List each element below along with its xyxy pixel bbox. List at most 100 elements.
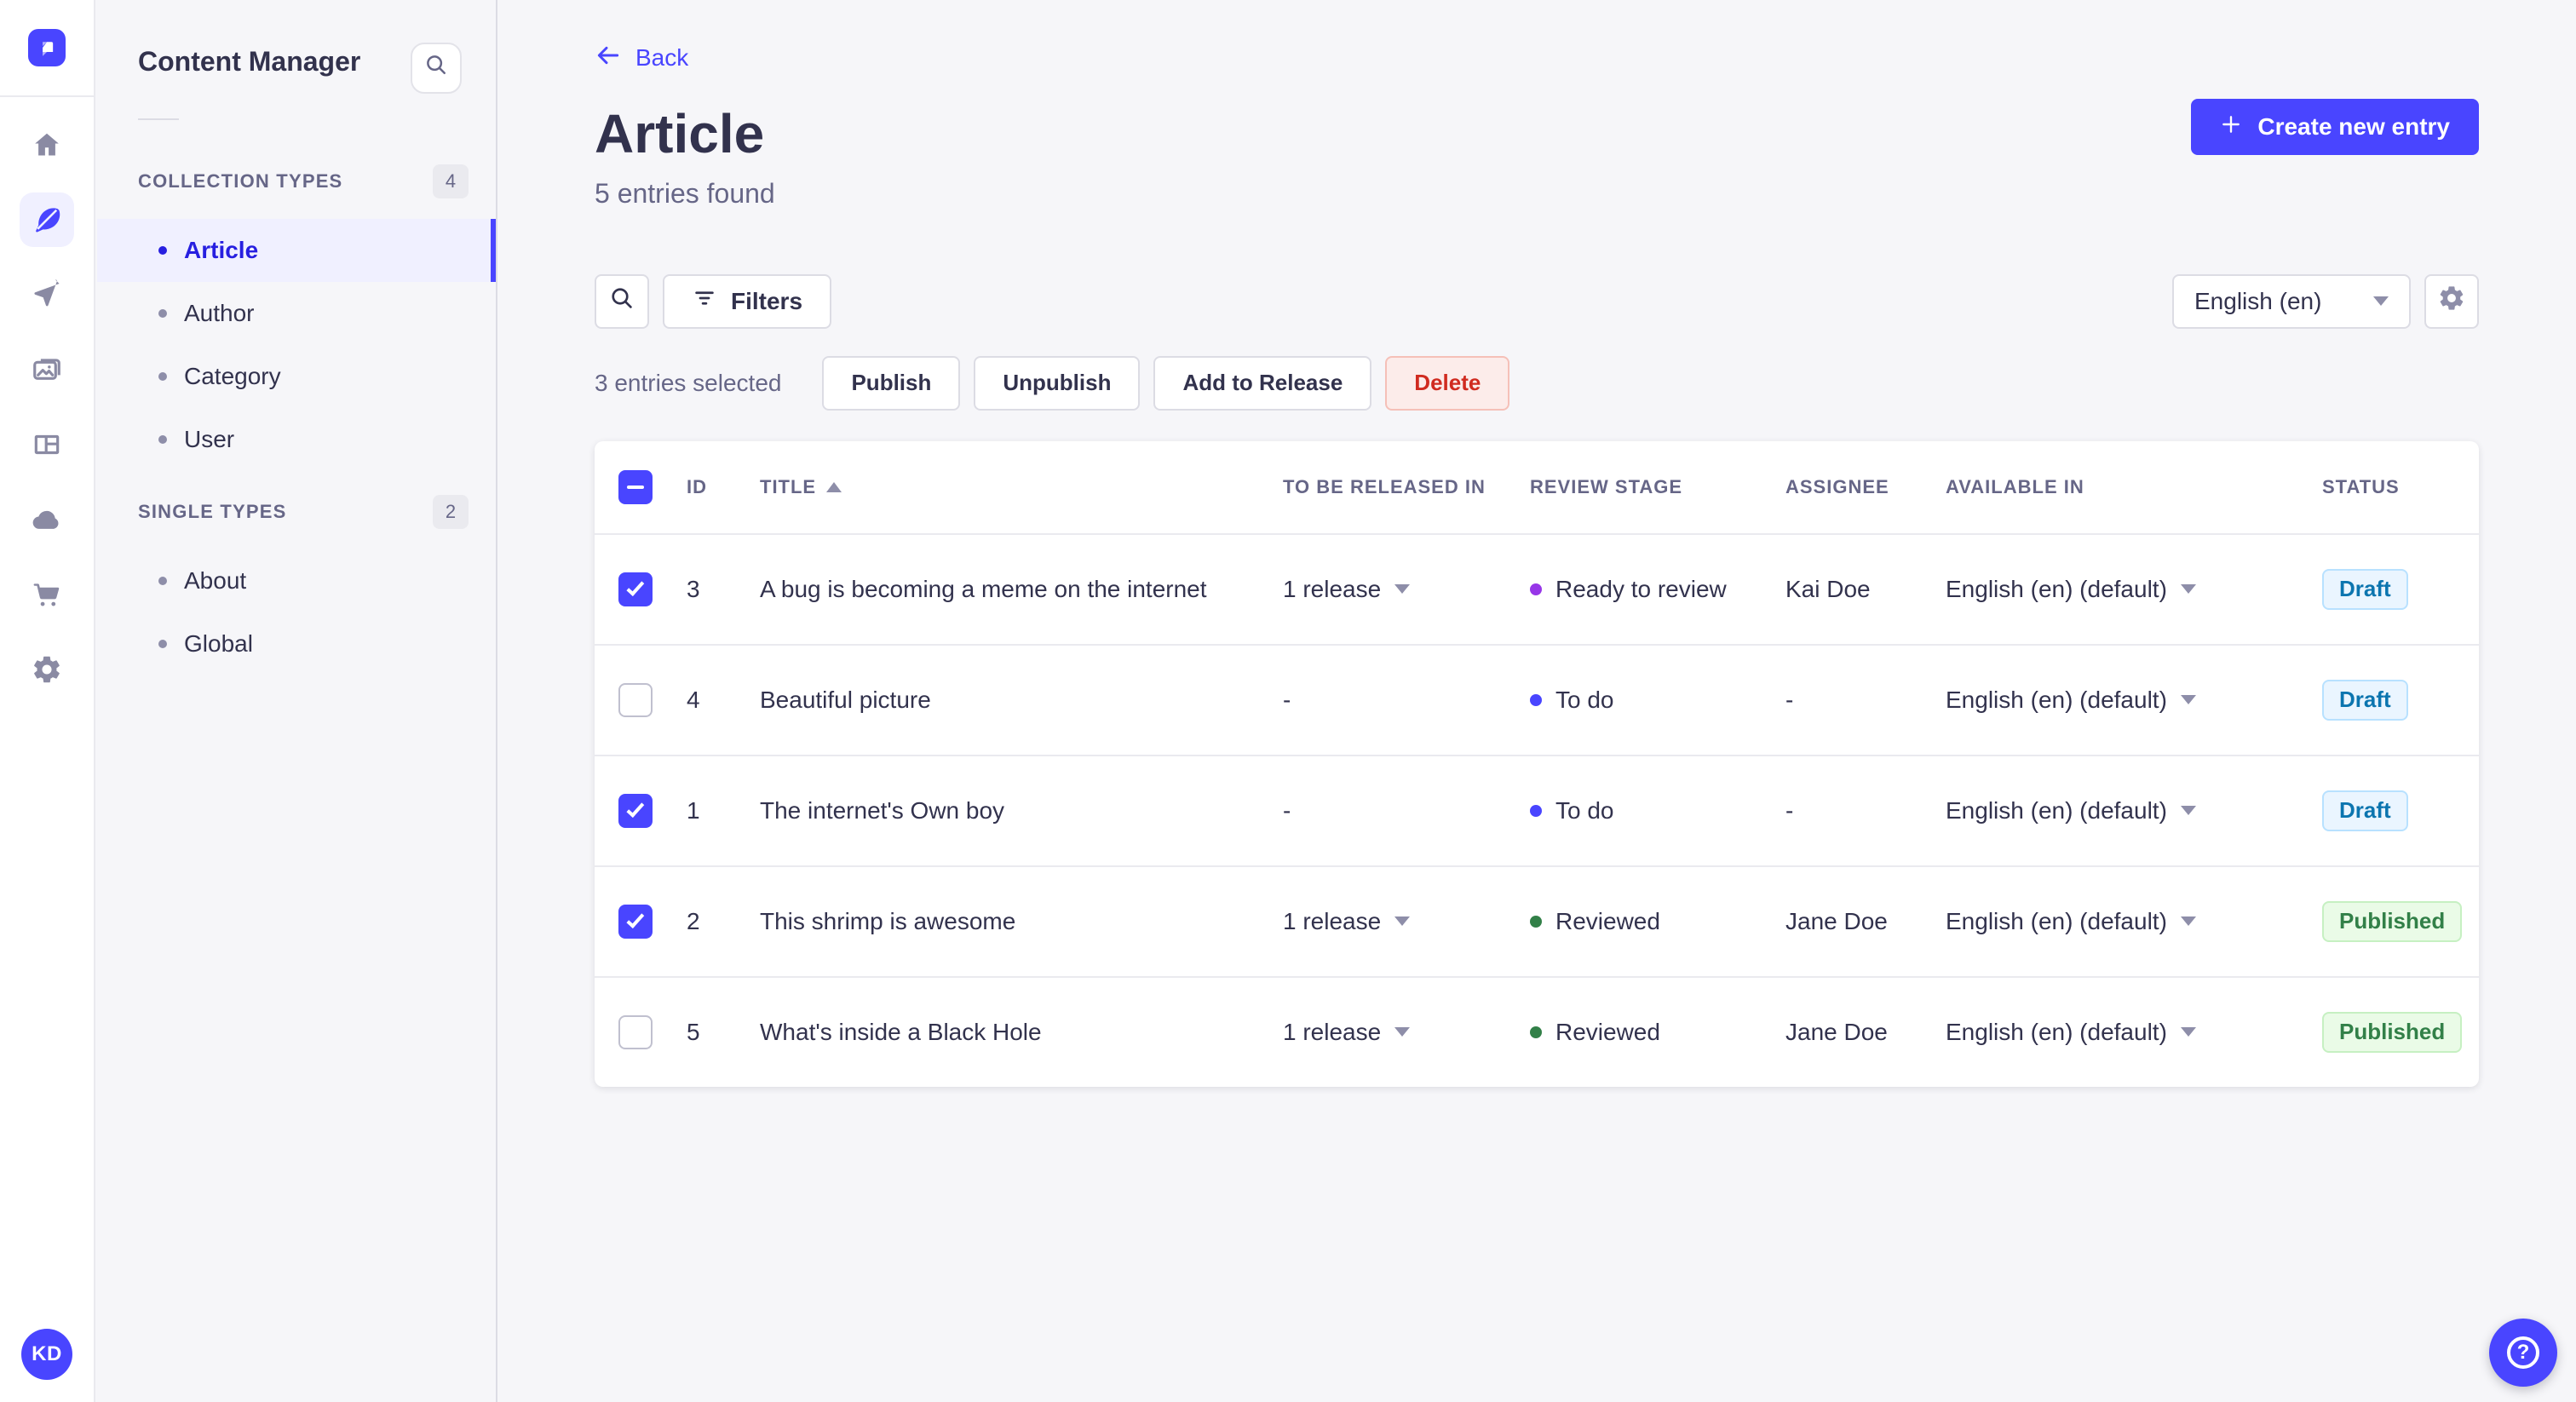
cell-title: The internet's Own boy bbox=[760, 796, 1005, 824]
search-icon bbox=[608, 284, 635, 319]
sidebar-item-article[interactable]: Article bbox=[97, 219, 496, 282]
sidebar-item-global[interactable]: Global bbox=[97, 612, 496, 675]
locale-dropdown-icon[interactable] bbox=[2180, 695, 2196, 704]
create-new-entry-button[interactable]: Create new entry bbox=[2191, 99, 2479, 155]
release-value: 1 release bbox=[1283, 907, 1382, 934]
cell-review-stage: To do bbox=[1523, 797, 1779, 825]
stage-label: Reviewed bbox=[1555, 1018, 1660, 1045]
bullet-icon bbox=[158, 246, 167, 255]
cell-status: Draft bbox=[2315, 790, 2479, 831]
column-header-available-in: AVAILABLE IN bbox=[1946, 475, 2084, 497]
table-header-row: ID TITLE TO BE RELEASED IN REVIEW STAGE … bbox=[595, 441, 2479, 533]
status-badge: Draft bbox=[2322, 790, 2408, 831]
release-dropdown-icon[interactable] bbox=[1394, 916, 1411, 926]
sidebar-item-user[interactable]: User bbox=[97, 408, 496, 471]
column-header-review-stage: REVIEW STAGE bbox=[1530, 475, 1683, 497]
content-manager-subnav: Content Manager COLLECTION TYPES 4 Artic… bbox=[97, 0, 497, 1402]
locale-dropdown-icon[interactable] bbox=[2180, 1027, 2196, 1037]
sidebar-item-author[interactable]: Author bbox=[97, 282, 496, 345]
table-row[interactable]: 5 What's inside a Black Hole 1 release Revi… bbox=[595, 975, 2479, 1087]
row-checkbox[interactable] bbox=[618, 793, 653, 828]
column-header-title[interactable]: TITLE bbox=[753, 476, 1276, 498]
section-label: COLLECTION TYPES bbox=[138, 170, 343, 192]
view-settings-button[interactable] bbox=[2424, 273, 2479, 329]
cell-assignee: Jane Doe bbox=[1785, 1018, 1888, 1045]
deploy-cloud-icon[interactable] bbox=[20, 492, 74, 547]
cell-review-stage: Reviewed bbox=[1523, 908, 1779, 935]
table-row[interactable]: 3 A bug is becoming a meme on the interne… bbox=[595, 532, 2479, 644]
status-badge: Published bbox=[2322, 1011, 2463, 1053]
stage-dot bbox=[1530, 804, 1542, 817]
row-checkbox-cell bbox=[595, 904, 680, 939]
media-library-icon[interactable] bbox=[20, 342, 74, 397]
arrow-left-icon bbox=[595, 42, 622, 75]
locale-dropdown-icon[interactable] bbox=[2180, 584, 2196, 594]
table-row[interactable]: 1 The internet's Own boy - To do - English (e… bbox=[595, 754, 2479, 865]
release-dropdown-icon[interactable] bbox=[1394, 1027, 1411, 1037]
add-to-release-button[interactable]: Add to Release bbox=[1153, 355, 1372, 411]
row-checkbox[interactable] bbox=[618, 572, 653, 606]
cell-available-in: English (en) (default) bbox=[1939, 687, 2315, 714]
section-count-badge: 2 bbox=[433, 495, 469, 529]
cell-assignee: - bbox=[1785, 686, 1794, 713]
row-checkbox[interactable] bbox=[618, 682, 653, 717]
publish-button[interactable]: Publish bbox=[822, 355, 961, 411]
locale-dropdown-icon[interactable] bbox=[2180, 916, 2196, 926]
cell-title: What's inside a Black Hole bbox=[760, 1018, 1042, 1045]
cell-assignee: Jane Doe bbox=[1785, 907, 1888, 934]
row-checkbox-cell bbox=[595, 1014, 680, 1049]
locale-value: English (en) (default) bbox=[1946, 1018, 2167, 1045]
row-checkbox-cell bbox=[595, 572, 680, 606]
release-value: - bbox=[1283, 796, 1291, 824]
cell-id: 3 bbox=[687, 575, 700, 602]
stage-label: To do bbox=[1555, 686, 1614, 713]
locale-select[interactable]: English (en) bbox=[2172, 273, 2411, 329]
gear-icon bbox=[2437, 284, 2466, 319]
row-checkbox[interactable] bbox=[618, 1014, 653, 1049]
settings-gear-icon[interactable] bbox=[20, 642, 74, 697]
releases-icon[interactable] bbox=[20, 267, 74, 322]
release-dropdown-icon[interactable] bbox=[1394, 584, 1411, 594]
row-checkbox[interactable] bbox=[618, 904, 653, 939]
stage-dot bbox=[1530, 915, 1542, 928]
delete-button[interactable]: Delete bbox=[1385, 355, 1510, 411]
status-badge: Published bbox=[2322, 900, 2463, 942]
list-toolbar: Filters English (en) bbox=[595, 273, 2479, 329]
home-icon[interactable] bbox=[20, 118, 74, 172]
avatar[interactable]: KD bbox=[21, 1329, 72, 1380]
plus-icon bbox=[2220, 113, 2242, 141]
subnav-search-button[interactable] bbox=[411, 43, 462, 94]
row-checkbox-cell bbox=[595, 682, 680, 717]
sidebar-item-about[interactable]: About bbox=[97, 549, 496, 612]
cell-release: - bbox=[1276, 797, 1523, 825]
locale-value: English (en) (default) bbox=[1946, 796, 2167, 824]
content-manager-icon[interactable] bbox=[20, 192, 74, 247]
bulk-actions-bar: 3 entries selected Publish Unpublish Add… bbox=[595, 355, 2479, 411]
select-all-checkbox[interactable] bbox=[618, 469, 653, 504]
unpublish-button[interactable]: Unpublish bbox=[974, 355, 1141, 411]
bullet-icon bbox=[158, 435, 167, 444]
cell-title: A bug is becoming a meme on the internet bbox=[760, 575, 1207, 602]
table-row[interactable]: 4 Beautiful picture - To do - English (en) (d… bbox=[595, 643, 2479, 755]
cell-title: This shrimp is awesome bbox=[760, 907, 1016, 934]
cell-review-stage: Ready to review bbox=[1523, 576, 1779, 603]
sidebar-item-category[interactable]: Category bbox=[97, 345, 496, 408]
strapi-logo[interactable] bbox=[0, 0, 95, 97]
help-button[interactable]: ? bbox=[2489, 1319, 2557, 1387]
cell-available-in: English (en) (default) bbox=[1939, 1019, 2315, 1046]
strapi-logo-icon bbox=[28, 29, 66, 66]
search-button[interactable] bbox=[595, 273, 649, 329]
bullet-icon bbox=[158, 640, 167, 648]
back-link[interactable]: Back bbox=[595, 41, 688, 75]
content-type-builder-icon[interactable] bbox=[20, 417, 74, 472]
filters-button[interactable]: Filters bbox=[663, 273, 832, 329]
cell-status: Draft bbox=[2315, 568, 2479, 610]
stage-label: To do bbox=[1555, 796, 1614, 824]
locale-dropdown-icon[interactable] bbox=[2180, 806, 2196, 815]
cell-release: - bbox=[1276, 687, 1523, 714]
marketplace-cart-icon[interactable] bbox=[20, 567, 74, 622]
release-value: 1 release bbox=[1283, 575, 1382, 602]
main-nav-rail: KD bbox=[0, 0, 95, 1402]
table-row[interactable]: 2 This shrimp is awesome 1 release Reviewed… bbox=[595, 865, 2479, 976]
cell-id: 5 bbox=[687, 1018, 700, 1045]
